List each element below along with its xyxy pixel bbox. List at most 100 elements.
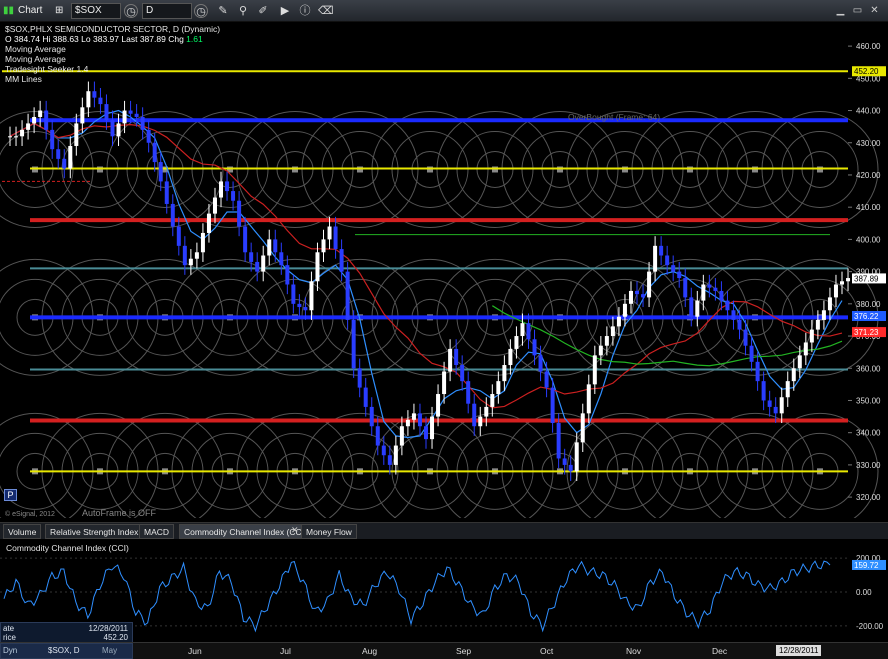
price-tag-label: 376.22 (854, 312, 879, 321)
candle-body (285, 265, 290, 285)
price-tick-label: 340.00 (856, 429, 881, 438)
candle-body (574, 442, 579, 472)
candle-body (363, 387, 368, 407)
price-tick-label: 430.00 (856, 139, 881, 148)
month-oct: Oct (540, 646, 554, 656)
candle-body (50, 129, 55, 150)
cci-series-line (3, 560, 831, 633)
candle-body (641, 294, 646, 298)
candle-body (719, 290, 724, 301)
month-jun: Jun (188, 646, 202, 656)
price-chart[interactable]: 460.00450.00440.00430.00420.00410.00400.… (0, 22, 888, 518)
play-icon[interactable]: ▶ (278, 4, 292, 18)
candle-body (821, 310, 826, 320)
minimize-icon[interactable]: ▁ (834, 4, 847, 17)
candle-body (701, 284, 706, 301)
tab-close-icon[interactable]: ✕ (291, 525, 299, 536)
tab-money-flow[interactable]: Money Flow (301, 524, 357, 539)
price-tick-label: 360.00 (856, 364, 881, 373)
mm-ring (236, 412, 354, 518)
chg-label: Chg (168, 34, 184, 44)
interval-input[interactable]: D (142, 3, 192, 19)
price-tick-label: 440.00 (856, 107, 881, 116)
price-value: 452.20 (103, 633, 128, 642)
cci-tick-label: -200.00 (856, 622, 884, 631)
candle-body (454, 348, 459, 366)
price-levels (2, 70, 848, 473)
tab-volume[interactable]: Volume (3, 524, 42, 539)
p-button[interactable]: P (4, 489, 17, 501)
cci-chart[interactable]: 200.000.00-200.00159.72 (0, 539, 888, 639)
candle-body (128, 110, 133, 114)
study-tradesight[interactable]: Tradesight Seeker 1.4 (5, 64, 220, 74)
candle-body (665, 255, 670, 266)
candle-body (430, 416, 435, 440)
cci-axis: 200.000.00-200.00159.72 (852, 554, 886, 631)
candle-body (490, 394, 495, 407)
candle-body (616, 316, 621, 327)
chart-label: Chart (18, 5, 43, 16)
cci-line (3, 560, 831, 633)
price-tick-label: 380.00 (856, 300, 881, 309)
candle-body (580, 413, 585, 443)
candle-body (731, 310, 736, 320)
candle-body (846, 278, 851, 282)
candle-body (315, 252, 320, 282)
candle-body (134, 113, 139, 117)
legend-quote: O 384.74 Hi 388.63 Lo 383.97 Last 387.89… (5, 34, 220, 44)
candle-body (556, 423, 561, 459)
maximize-icon[interactable]: ▭ (851, 4, 864, 17)
price-axis: 460.00450.00440.00430.00420.00410.00400.… (848, 42, 886, 502)
study-ma-2[interactable]: Moving Average (5, 54, 220, 64)
info-icon[interactable]: ⓘ (298, 4, 312, 18)
candle-body (164, 181, 169, 204)
draw-icon[interactable]: ✎ (216, 4, 230, 18)
candle-body (653, 245, 658, 272)
month-aug: Aug (362, 646, 378, 656)
price-tick-label: 330.00 (856, 461, 881, 470)
footer-dyn[interactable]: Dyn (3, 646, 17, 655)
mm-ring (696, 412, 814, 518)
candle-body (448, 348, 453, 372)
candle-body (417, 413, 422, 427)
close-icon[interactable]: ✕ (868, 4, 881, 17)
candle-body (755, 361, 760, 382)
study-mm-lines[interactable]: MM Lines (5, 74, 220, 84)
footer-symbol: $SOX, D (48, 646, 80, 655)
eraser-icon[interactable]: ⌫ (318, 4, 334, 18)
candle-body (200, 232, 205, 253)
price-tick-label: 320.00 (856, 493, 881, 502)
candle-body (827, 297, 832, 311)
symbol-refresh-icon[interactable]: ◷ (124, 4, 138, 18)
candle-body (598, 345, 603, 356)
lock-icon[interactable]: ⊞ (55, 3, 63, 19)
symbol-input[interactable]: $SOX (71, 3, 121, 19)
tab-macd[interactable]: MACD (139, 524, 175, 539)
candle-body (158, 162, 163, 182)
candle-body (14, 136, 19, 138)
candle-body (104, 104, 109, 121)
candle-body (508, 348, 513, 366)
tab-rsi[interactable]: Relative Strength Index (45, 524, 144, 539)
candle-body (538, 355, 543, 372)
price-tick-label: 460.00 (856, 42, 881, 51)
mm-ring (631, 412, 749, 518)
candle-body (514, 336, 519, 349)
link-icon[interactable]: ⚲ (236, 4, 250, 18)
candle-body (659, 245, 664, 256)
price-tag-label: 371.23 (854, 328, 879, 337)
candle-body (92, 91, 97, 98)
candle-body (249, 252, 254, 262)
candle-body (472, 403, 477, 427)
candle-body (628, 290, 633, 304)
interval-refresh-icon[interactable]: ◷ (194, 4, 208, 18)
mm-ring (106, 412, 224, 518)
candle-body (333, 226, 338, 250)
edit-icon[interactable]: ✐ (256, 4, 270, 18)
candle-body (671, 265, 676, 272)
candle-body (424, 426, 428, 440)
month-jul: Jul (280, 646, 291, 656)
candle-body (381, 445, 386, 456)
study-ma-1[interactable]: Moving Average (5, 44, 220, 54)
candle-body (38, 110, 43, 117)
